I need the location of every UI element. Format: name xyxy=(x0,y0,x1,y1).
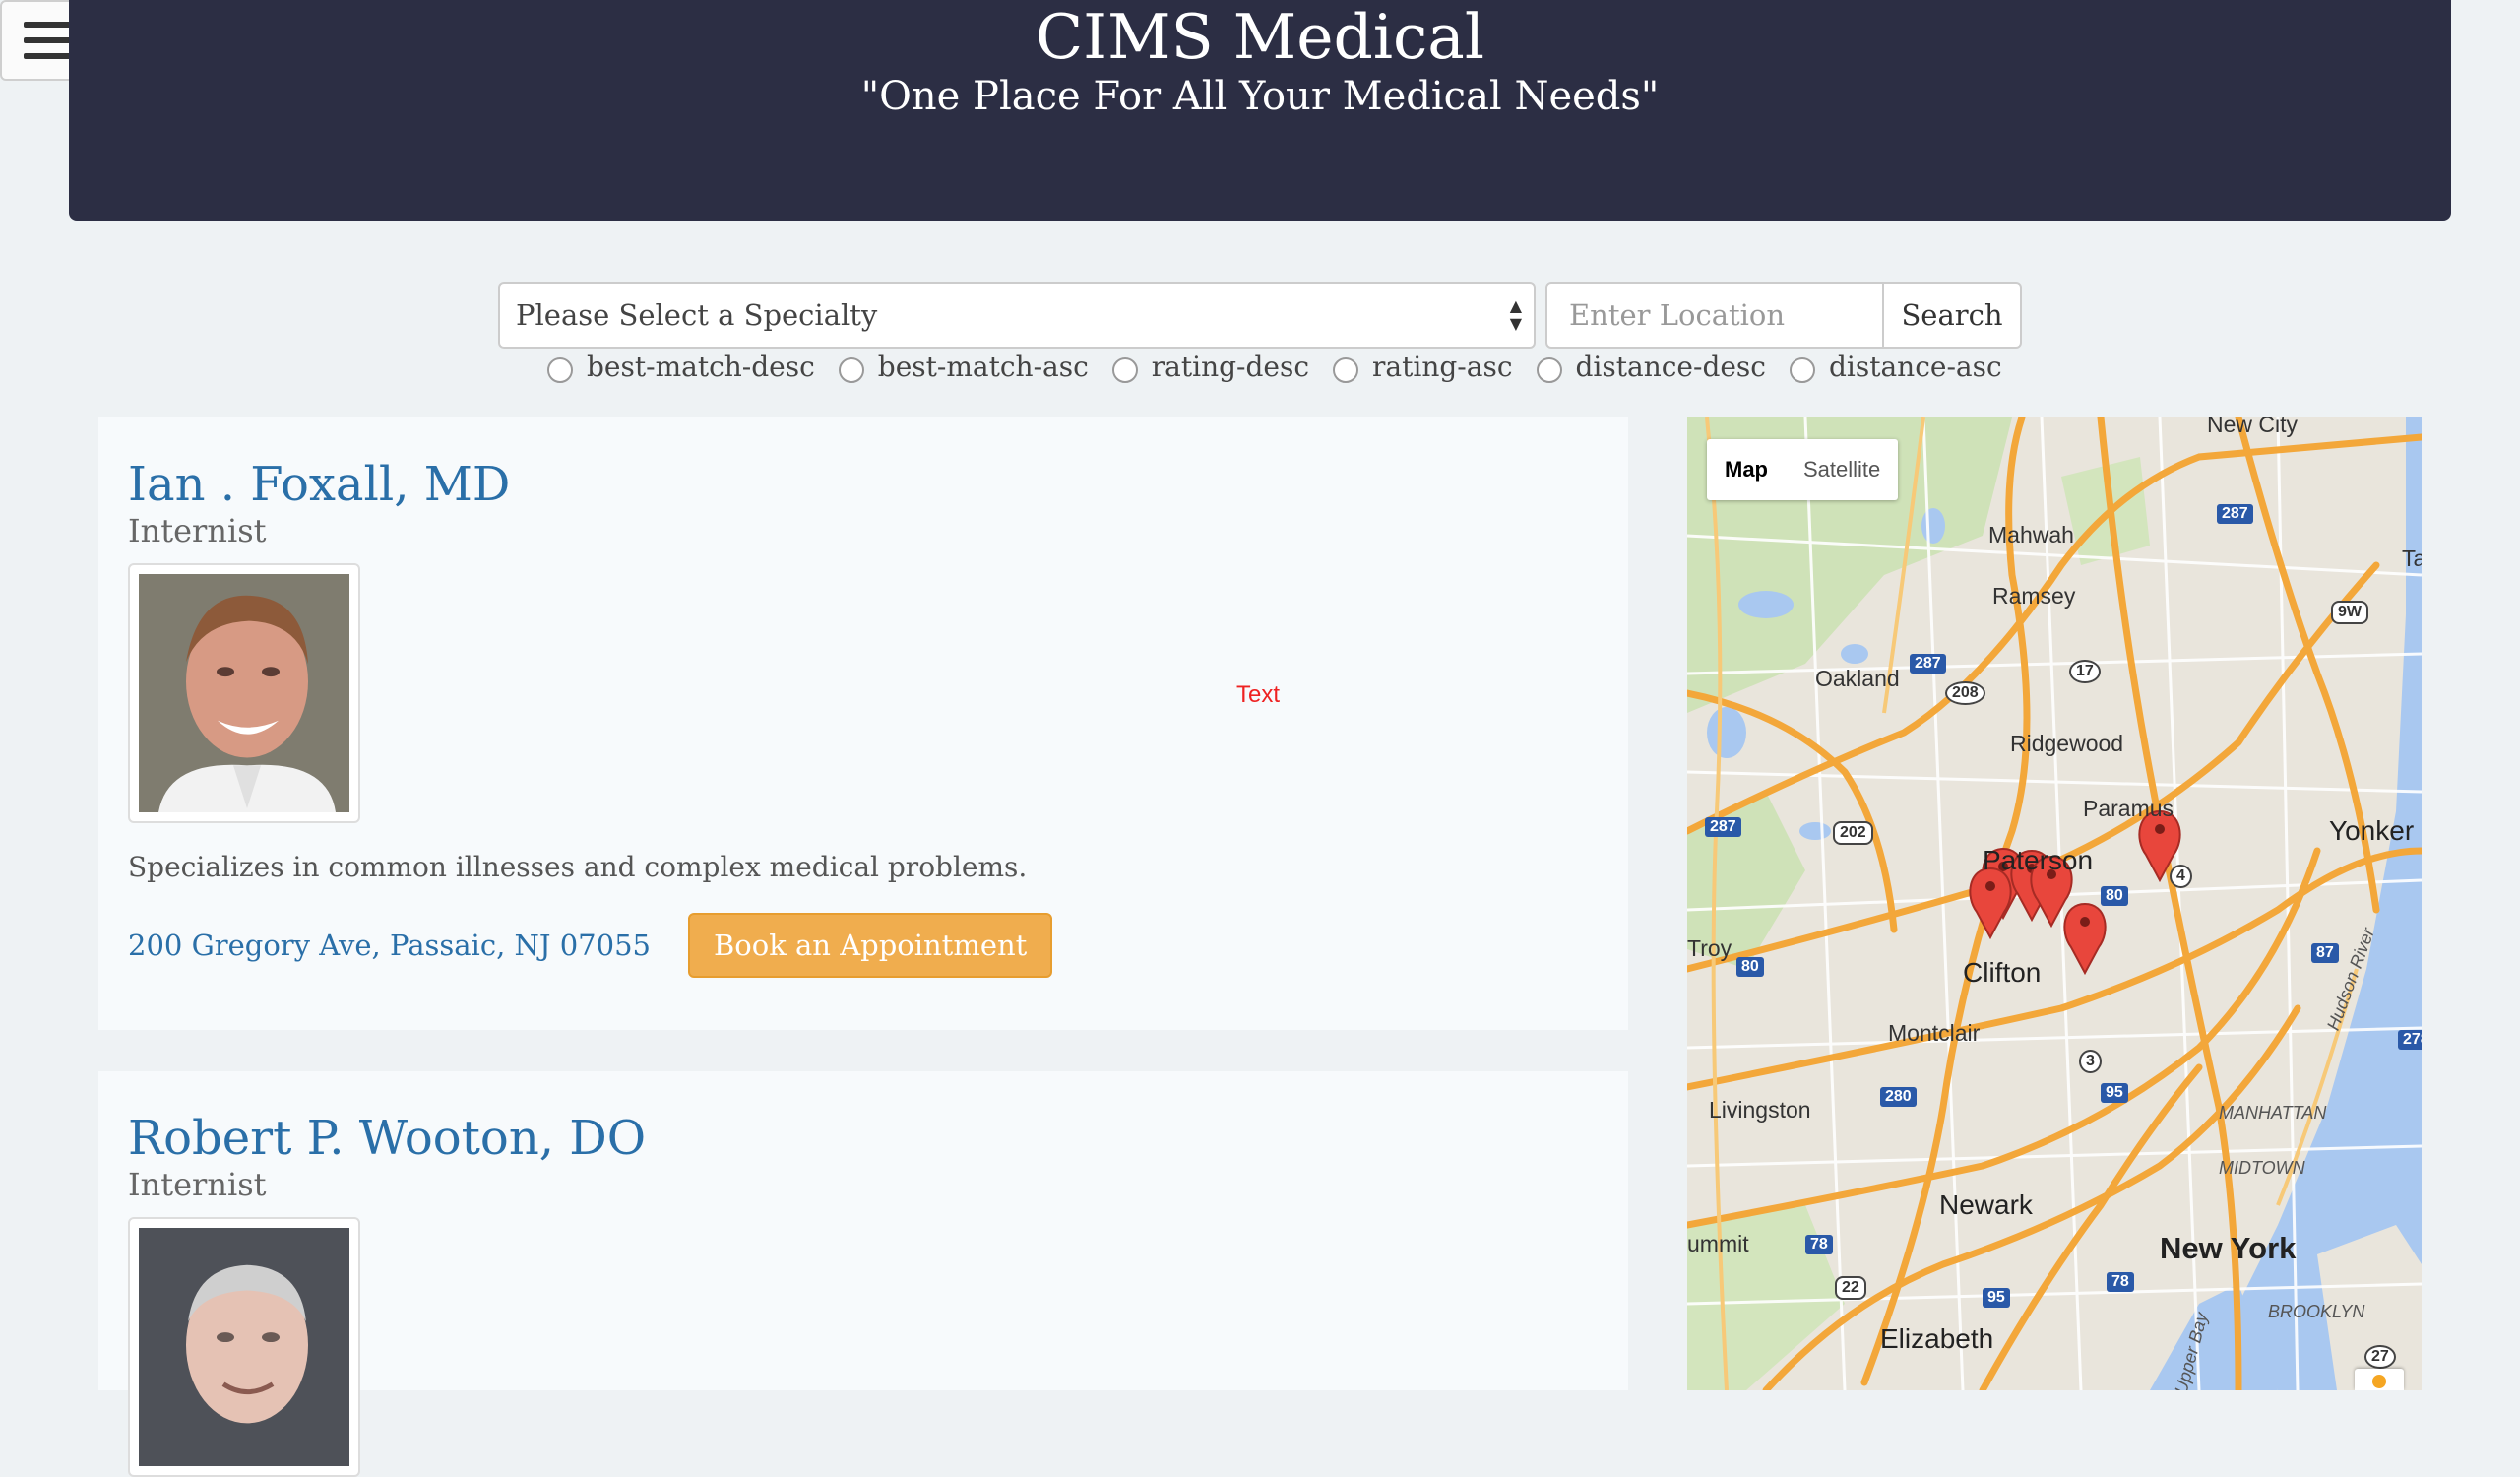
site-tagline: "One Place For All Your Medical Needs" xyxy=(860,74,1660,119)
doctor-specialty: Internist xyxy=(128,512,267,549)
doctor-specialty: Internist xyxy=(128,1166,267,1203)
highway-shield: 87 xyxy=(2311,943,2339,963)
radio-button[interactable] xyxy=(1111,356,1138,383)
specialty-select-value: Please Select a Specialty xyxy=(516,298,878,332)
doctor-photo xyxy=(128,563,360,823)
map-type-map-button[interactable]: Map xyxy=(1707,439,1786,500)
site-title: CIMS Medical xyxy=(1035,1,1485,73)
highway-shield: 80 xyxy=(1736,957,1764,977)
hamburger-menu-icon xyxy=(24,22,73,28)
doctor-card: Ian . Foxall, MD Internist Specializes i… xyxy=(98,417,1628,1030)
sort-option-best-match-desc[interactable]: best-match-desc xyxy=(547,351,815,383)
search-bar: Please Select a Specialty ▲▼ Search xyxy=(498,282,2022,349)
map-label: Paramus xyxy=(2083,796,2174,821)
radio-button[interactable] xyxy=(1333,356,1359,383)
radio-button[interactable] xyxy=(547,356,573,383)
search-button[interactable]: Search xyxy=(1884,282,2022,349)
map-label: Yonker xyxy=(2329,815,2415,846)
highway-shield: 202 xyxy=(1833,821,1873,845)
map-label: Livingston xyxy=(1709,1097,1811,1123)
highway-shield: 3 xyxy=(2079,1050,2102,1073)
map-label: Newark xyxy=(1939,1189,2033,1220)
map-label: Ramsey xyxy=(1992,583,2076,609)
map-label: MANHATTAN xyxy=(2219,1103,2327,1123)
highway-shield: 17 xyxy=(2069,660,2101,683)
map-label: New York xyxy=(2160,1231,2297,1265)
map-label: Paterson xyxy=(1983,845,2094,875)
book-appointment-button[interactable]: Book an Appointment xyxy=(687,913,1053,978)
sort-option-distance-desc[interactable]: distance-desc xyxy=(1536,351,1766,383)
doctor-photo xyxy=(128,1217,360,1477)
highway-shield: 278 xyxy=(2398,1030,2422,1050)
map-label: ummit xyxy=(1687,1231,1749,1256)
doctor-card: Robert P. Wooton, DO Internist xyxy=(98,1071,1628,1477)
map-label: Tar xyxy=(2402,546,2422,571)
results-map[interactable]: Map Satellite New City Mahwah Ramsey Oak… xyxy=(1687,417,2422,1390)
text-placeholder: Text xyxy=(1236,681,1281,708)
highway-shield: 78 xyxy=(2107,1272,2134,1292)
street-view-pegman-icon[interactable] xyxy=(2355,1369,2404,1390)
highway-shield: 208 xyxy=(1945,681,1985,705)
sort-option-distance-asc[interactable]: distance-asc xyxy=(1789,351,2002,383)
map-label: BROOKLYN xyxy=(2268,1302,2365,1321)
map-canvas xyxy=(1687,417,2422,1390)
map-label: MIDTOWN xyxy=(2219,1158,2305,1178)
map-label: Clifton xyxy=(1963,957,2042,988)
site-header: CIMS Medical "One Place For All Your Med… xyxy=(69,0,2451,221)
map-label: Ridgewood xyxy=(2010,731,2124,756)
highway-shield: 287 xyxy=(1705,817,1741,837)
doctor-description: Specializes in common illnesses and comp… xyxy=(128,851,1028,883)
map-type-satellite-button[interactable]: Satellite xyxy=(1786,439,1898,500)
doctor-name[interactable]: Ian . Foxall, MD xyxy=(128,461,1599,508)
map-label: Troy xyxy=(1687,935,1732,961)
highway-shield: 80 xyxy=(2101,886,2128,906)
highway-shield: 280 xyxy=(1880,1087,1917,1107)
map-label: Mahwah xyxy=(1988,522,2074,547)
specialty-select[interactable]: Please Select a Specialty ▲ ▼ xyxy=(498,282,1536,349)
map-label: Elizabeth xyxy=(1880,1323,1994,1354)
highway-shield: 9W xyxy=(2331,601,2368,624)
highway-shield: 95 xyxy=(1983,1288,2010,1308)
highway-shield: 78 xyxy=(1805,1235,1833,1254)
highway-shield: 4 xyxy=(2170,865,2192,888)
sort-option-rating-asc[interactable]: rating-asc xyxy=(1333,351,1513,383)
doctor-actions: 200 Gregory Ave, Passaic, NJ 07055 Book … xyxy=(128,913,1599,978)
highway-shield: 27 xyxy=(2364,1345,2396,1369)
sort-options: best-match-desc best-match-asc rating-de… xyxy=(547,351,2026,383)
location-input[interactable] xyxy=(1545,282,1884,349)
radio-button[interactable] xyxy=(1789,356,1815,383)
doctor-address-link[interactable]: 200 Gregory Ave, Passaic, NJ 07055 xyxy=(128,929,651,962)
highway-shield: 287 xyxy=(2217,504,2253,524)
highway-shield: 95 xyxy=(2101,1083,2128,1103)
highway-shield: 287 xyxy=(1910,654,1946,674)
map-label: Oakland xyxy=(1815,666,1900,691)
radio-button[interactable] xyxy=(1536,356,1562,383)
highway-shield: 22 xyxy=(1835,1276,1866,1300)
map-label: New City xyxy=(2207,417,2299,437)
map-label: Montclair xyxy=(1888,1020,1981,1046)
sort-option-rating-desc[interactable]: rating-desc xyxy=(1111,351,1309,383)
sort-option-best-match-asc[interactable]: best-match-asc xyxy=(838,351,1089,383)
doctor-name[interactable]: Robert P. Wooton, DO xyxy=(128,1115,1599,1162)
radio-button[interactable] xyxy=(838,356,864,383)
select-arrows-icon: ▲ ▼ xyxy=(1509,296,1522,333)
map-type-toggle: Map Satellite xyxy=(1707,439,1899,500)
